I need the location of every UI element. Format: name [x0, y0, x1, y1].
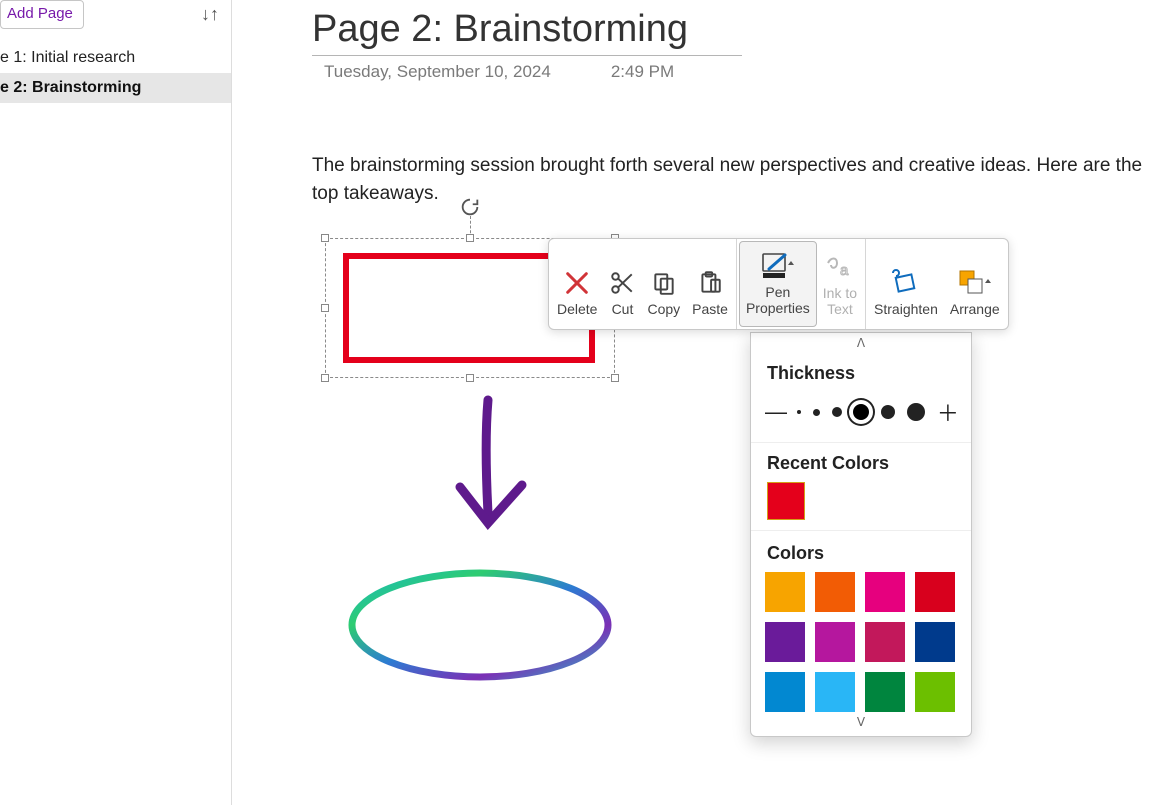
label: Delete	[557, 301, 597, 317]
color-swatch[interactable]	[765, 622, 805, 662]
color-swatch[interactable]	[865, 672, 905, 712]
paste-button[interactable]: Paste	[686, 241, 734, 327]
arrange-button[interactable]: Arrange	[944, 241, 1006, 327]
scissors-icon	[609, 265, 635, 301]
thickness-option[interactable]	[813, 409, 820, 416]
cut-button[interactable]: Cut	[603, 241, 641, 327]
add-page-button[interactable]: Add Page	[0, 0, 84, 29]
thickness-option[interactable]	[832, 407, 842, 417]
ink-arrow[interactable]	[430, 395, 550, 545]
arrange-icon	[958, 265, 992, 301]
pages-sidebar: Add Page ↓↑ e 1: Initial research e 2: B…	[0, 0, 232, 805]
pen-properties-panel: ᐱ Thickness — ＋ Recent Colors Colors ᐯ	[750, 332, 972, 737]
title-underline	[312, 55, 742, 56]
sidebar-page-item[interactable]: e 2: Brainstorming	[0, 73, 231, 103]
thickness-option[interactable]	[881, 405, 895, 419]
color-swatch[interactable]	[865, 622, 905, 662]
page-list: e 1: Initial research e 2: Brainstorming	[0, 37, 231, 103]
svg-text:a: a	[840, 262, 849, 279]
sort-pages-icon[interactable]: ↓↑	[197, 0, 223, 29]
color-swatch[interactable]	[915, 672, 955, 712]
page-body-text[interactable]: The brainstorming session brought forth …	[312, 152, 1171, 207]
label: Arrange	[950, 301, 1000, 317]
color-grid	[751, 572, 971, 712]
thickness-decrease[interactable]: —	[765, 399, 785, 425]
copy-icon	[651, 265, 677, 301]
x-icon	[563, 265, 591, 301]
page-title[interactable]: Page 2: Brainstorming	[312, 8, 1171, 51]
delete-button[interactable]: Delete	[551, 241, 603, 327]
color-swatch[interactable]	[865, 572, 905, 612]
color-swatch[interactable]	[815, 572, 855, 612]
recent-colors-label: Recent Colors	[751, 443, 971, 478]
copy-button[interactable]: Copy	[641, 241, 686, 327]
label: Straighten	[874, 301, 938, 317]
color-swatch[interactable]	[765, 672, 805, 712]
page-date: Tuesday, September 10, 2024	[324, 62, 551, 82]
thickness-option[interactable]	[797, 410, 801, 414]
recent-color-swatch[interactable]	[767, 482, 805, 520]
label: Copy	[647, 301, 680, 317]
ink-ellipse[interactable]	[340, 560, 620, 690]
selection-mini-toolbar: Delete Cut Copy	[548, 238, 1009, 330]
color-swatch[interactable]	[915, 572, 955, 612]
color-swatch[interactable]	[815, 672, 855, 712]
straighten-button[interactable]: Straighten	[868, 241, 944, 327]
label: PenProperties	[746, 284, 810, 316]
pen-icon	[761, 248, 795, 284]
thickness-label: Thickness	[751, 353, 971, 388]
thickness-picker: — ＋	[751, 388, 971, 443]
label: Cut	[612, 301, 634, 317]
ink-to-text-icon: a	[825, 249, 855, 285]
paste-icon	[697, 265, 723, 301]
thickness-option[interactable]	[907, 403, 925, 421]
ink-to-text-button: a Ink toText	[817, 241, 863, 327]
scroll-up-icon[interactable]: ᐱ	[751, 333, 971, 353]
label: Ink toText	[823, 285, 857, 317]
sidebar-page-item[interactable]: e 1: Initial research	[0, 43, 231, 73]
straighten-icon	[891, 265, 921, 301]
pen-properties-button[interactable]: PenProperties	[739, 241, 817, 327]
label: Paste	[692, 301, 728, 317]
colors-label: Colors	[751, 531, 971, 572]
color-swatch[interactable]	[765, 572, 805, 612]
thickness-option-selected[interactable]	[853, 404, 869, 420]
scroll-down-icon[interactable]: ᐯ	[751, 712, 971, 732]
page-time: 2:49 PM	[611, 62, 674, 82]
color-swatch[interactable]	[815, 622, 855, 662]
thickness-increase[interactable]: ＋	[937, 396, 957, 428]
color-swatch[interactable]	[915, 622, 955, 662]
